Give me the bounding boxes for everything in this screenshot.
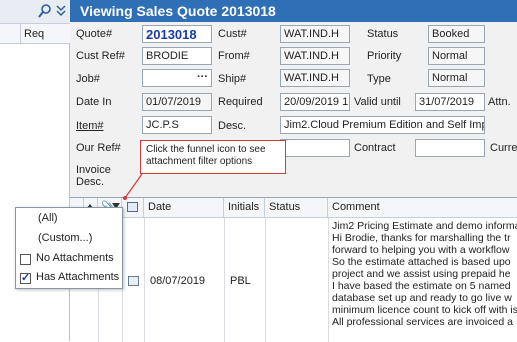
priority-label: Priority <box>367 50 402 62</box>
comment-line: minimum licence count to kick off with i… <box>332 304 517 316</box>
cust-ref-field[interactable]: BRODIE <box>142 47 212 65</box>
attachment-filter-dropdown: (All) (Custom...) No Attachments Has Att… <box>15 207 123 289</box>
valid-until-label: Valid until <box>354 96 401 108</box>
double-chevron-down-icon[interactable] <box>55 4 67 18</box>
comment-line: Hi Brodie, thanks for marshalling the tr <box>332 232 511 244</box>
status-column-header[interactable]: Status <box>265 198 328 218</box>
filter-option-all[interactable]: (All) <box>16 210 122 228</box>
from-label: From# <box>218 50 250 62</box>
item-field[interactable]: JC.P.S <box>142 116 212 134</box>
ellipsis-icon[interactable]: ··· <box>197 71 208 83</box>
no-attachments-checkbox[interactable] <box>20 254 31 265</box>
has-attachments-label: Has Attachments <box>36 271 120 283</box>
desc-field[interactable]: Jim2.Cloud Premium Edition and Self Impl… <box>280 116 485 134</box>
our-ref-label: Our Ref# <box>76 142 121 154</box>
type-label: Type <box>367 73 391 85</box>
date-column-header[interactable]: Date <box>144 198 224 218</box>
window-titlebar: Viewing Sales Quote 2013018 <box>70 0 517 22</box>
cust-ref-label: Cust Ref# <box>76 50 125 62</box>
funnel-hint-tooltip: Click the funnel icon to see attachment … <box>140 140 286 174</box>
type-field[interactable]: Normal <box>428 69 485 87</box>
desc-label: Desc. <box>218 120 247 132</box>
row-date: 08/07/2019 <box>150 275 206 287</box>
notes-grid: 📎 Date Initials Status Comment 08/07/201… <box>70 197 517 342</box>
from-field[interactable]: WAT.IND.H <box>280 47 350 65</box>
required-field[interactable]: 20/09/2019 1 <box>280 93 350 111</box>
left-pane <box>0 0 70 341</box>
callout-arrow <box>123 173 143 200</box>
currency-label: Curre <box>490 142 517 154</box>
no-attachments-label: No Attachments <box>36 252 114 264</box>
row-note-icon <box>128 276 139 286</box>
ship-field[interactable]: WAT.IND.H <box>280 69 350 87</box>
row-initials: PBL <box>230 275 251 287</box>
required-label: Required <box>218 96 263 108</box>
attn-label: Attn. <box>488 96 511 108</box>
initials-column-header[interactable]: Initials <box>224 198 265 218</box>
item-label[interactable]: Item# <box>76 120 104 132</box>
contract-label: Contract <box>354 142 396 154</box>
left-toolbar <box>0 0 70 24</box>
comment-line: database set up and ready to go live w <box>332 292 512 304</box>
contract-field[interactable] <box>415 139 485 157</box>
window-title: Viewing Sales Quote 2013018 <box>80 3 276 19</box>
invoice-desc-label-line2: Desc. <box>76 176 105 188</box>
comment-line: forward to helping you with a workflow <box>332 244 510 256</box>
tooltip-line2: attachment filter options <box>146 156 253 167</box>
search-icon[interactable] <box>38 3 52 19</box>
job-field[interactable]: ··· <box>142 69 212 87</box>
comment-line: Jim2 Pricing Estimate and demo informa <box>332 220 517 232</box>
quote-label: Quote# <box>76 28 113 40</box>
left-column-header: Req <box>0 24 70 44</box>
date-in-field[interactable]: 01/07/2019 <box>142 93 212 111</box>
invoice-desc-label-line1: Invoice <box>76 164 111 176</box>
comment-column-header[interactable]: Comment <box>328 198 517 218</box>
status-field[interactable]: Booked <box>428 25 485 43</box>
comment-line: All professional services are invoiced a <box>332 316 513 328</box>
job-label: Job# <box>76 73 100 85</box>
priority-field[interactable]: Normal <box>428 47 485 65</box>
comment-line: I have based the estimate on 5 named <box>332 280 511 292</box>
comment-line: So the estimate attached is based upo <box>332 256 511 268</box>
comment-line: project and we assist using prepaid he <box>332 268 511 280</box>
has-attachments-checkbox[interactable] <box>20 271 31 284</box>
filter-option-has-attachments[interactable]: Has Attachments <box>16 269 122 287</box>
cust-label: Cust# <box>218 28 247 40</box>
date-in-label: Date In <box>76 96 112 108</box>
our-ref-extra-field[interactable] <box>280 139 350 157</box>
quote-number-field[interactable]: 2013018 <box>142 25 212 43</box>
req-column-header[interactable]: Req <box>24 28 44 40</box>
tooltip-line1: Click the funnel icon to see <box>146 144 266 155</box>
cust-field[interactable]: WAT.IND.H <box>280 25 350 43</box>
valid-until-field[interactable]: 31/07/2019 <box>415 93 485 111</box>
filter-option-custom[interactable]: (Custom...) <box>16 230 122 248</box>
status-label: Status <box>367 28 399 40</box>
filter-option-no-attachments[interactable]: No Attachments <box>16 250 122 268</box>
ship-label: Ship# <box>218 73 247 85</box>
